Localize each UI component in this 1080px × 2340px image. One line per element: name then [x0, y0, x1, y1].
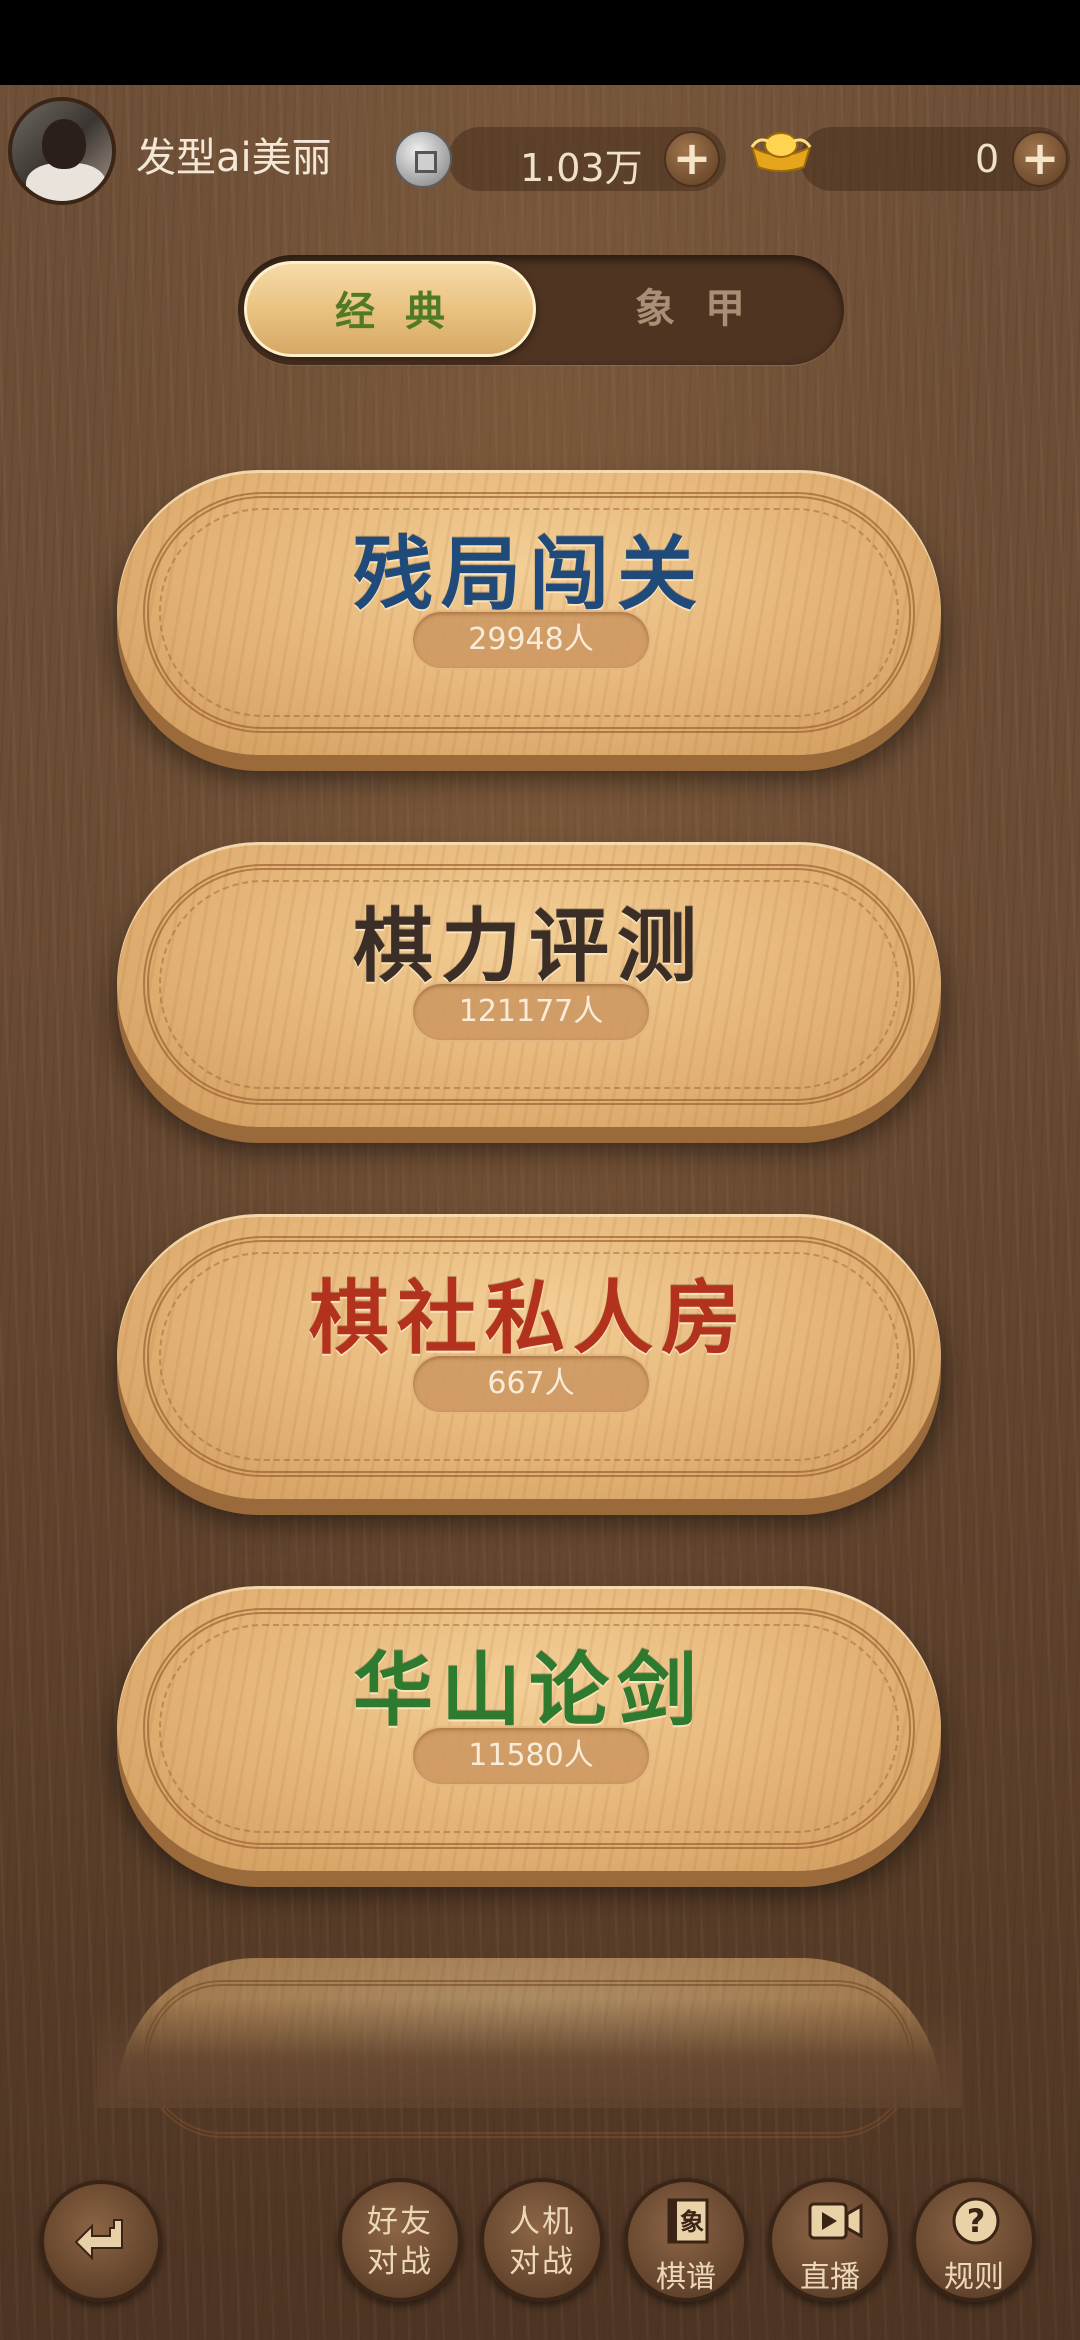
status-bar [0, 0, 1080, 85]
bottom-bar: 好友 对战 人机 对战 象 棋谱 直播 ? 规则 [0, 2150, 1080, 2340]
copper-coin-icon [394, 130, 452, 188]
video-camera-icon [807, 2196, 863, 2246]
coin-amount: 1.03万 [520, 146, 643, 190]
label-line-2: 对战 [509, 2244, 575, 2280]
avatar-head-shape [42, 119, 86, 169]
menu-card-private-room[interactable]: 棋社私人房 667人 [117, 1214, 941, 1499]
question-mark-icon: ? [951, 2196, 1001, 2246]
chess-book-glyph: 象 [680, 2207, 704, 2236]
menu-title: 棋社私人房 [309, 1271, 749, 1365]
back-arrow-icon [74, 2219, 123, 2261]
chess-book-icon: 象 [663, 2196, 713, 2246]
add-coins-button[interactable]: + [664, 131, 720, 187]
game-record-button[interactable]: 象 棋谱 [624, 2178, 748, 2302]
gold-ingot-icon [750, 132, 812, 172]
live-stream-label: 直播 [800, 2260, 860, 2295]
menu-card-skill-test[interactable]: 棋力评测 121177人 [117, 842, 941, 1127]
avatar[interactable] [8, 97, 116, 205]
friends-battle-button[interactable]: 好友 对战 [338, 2178, 462, 2302]
gold-amount: 0 [975, 137, 1000, 181]
label-line-1: 人机 [509, 2204, 575, 2240]
add-gold-button[interactable]: + [1012, 131, 1068, 187]
player-count-badge: 121177人 [411, 982, 651, 1042]
tab-classic[interactable]: 经典 [244, 261, 536, 357]
label-line-1: 好友 [367, 2204, 433, 2240]
label-line-2: 对战 [367, 2244, 433, 2280]
game-record-label: 棋谱 [656, 2260, 716, 2295]
ai-battle-button[interactable]: 人机 对战 [480, 2178, 604, 2302]
username: 发型ai美丽 [136, 135, 332, 181]
player-count-badge: 11580人 [411, 1726, 651, 1786]
tab-league[interactable]: 象甲 [544, 261, 836, 357]
rules-button[interactable]: ? 规则 [912, 2178, 1036, 2302]
back-button[interactable] [40, 2180, 162, 2302]
player-count-badge: 667人 [411, 1354, 651, 1414]
mode-toggle: 经典 象甲 [238, 255, 844, 365]
rules-label: 规则 [944, 2260, 1004, 2295]
friends-battle-label: 好友 对战 [342, 2202, 458, 2282]
menu-card-endgame[interactable]: 残局闯关 29948人 [117, 470, 941, 755]
menu-card-partial[interactable] [97, 1958, 961, 2138]
menu-title: 华山论剑 [353, 1643, 705, 1737]
menu-title: 棋力评测 [353, 899, 705, 993]
menu-title: 残局闯关 [353, 527, 705, 621]
player-count-badge: 29948人 [411, 610, 651, 670]
card-border [143, 1980, 915, 2138]
ai-battle-label: 人机 对战 [484, 2202, 600, 2282]
live-stream-button[interactable]: 直播 [768, 2178, 892, 2302]
avatar-body-shape [26, 163, 106, 201]
header: 发型ai美丽 1.03万 + 0 + [0, 85, 1080, 210]
question-mark-glyph: ? [967, 2202, 986, 2240]
menu-card-huashan[interactable]: 华山论剑 11580人 [117, 1586, 941, 1871]
